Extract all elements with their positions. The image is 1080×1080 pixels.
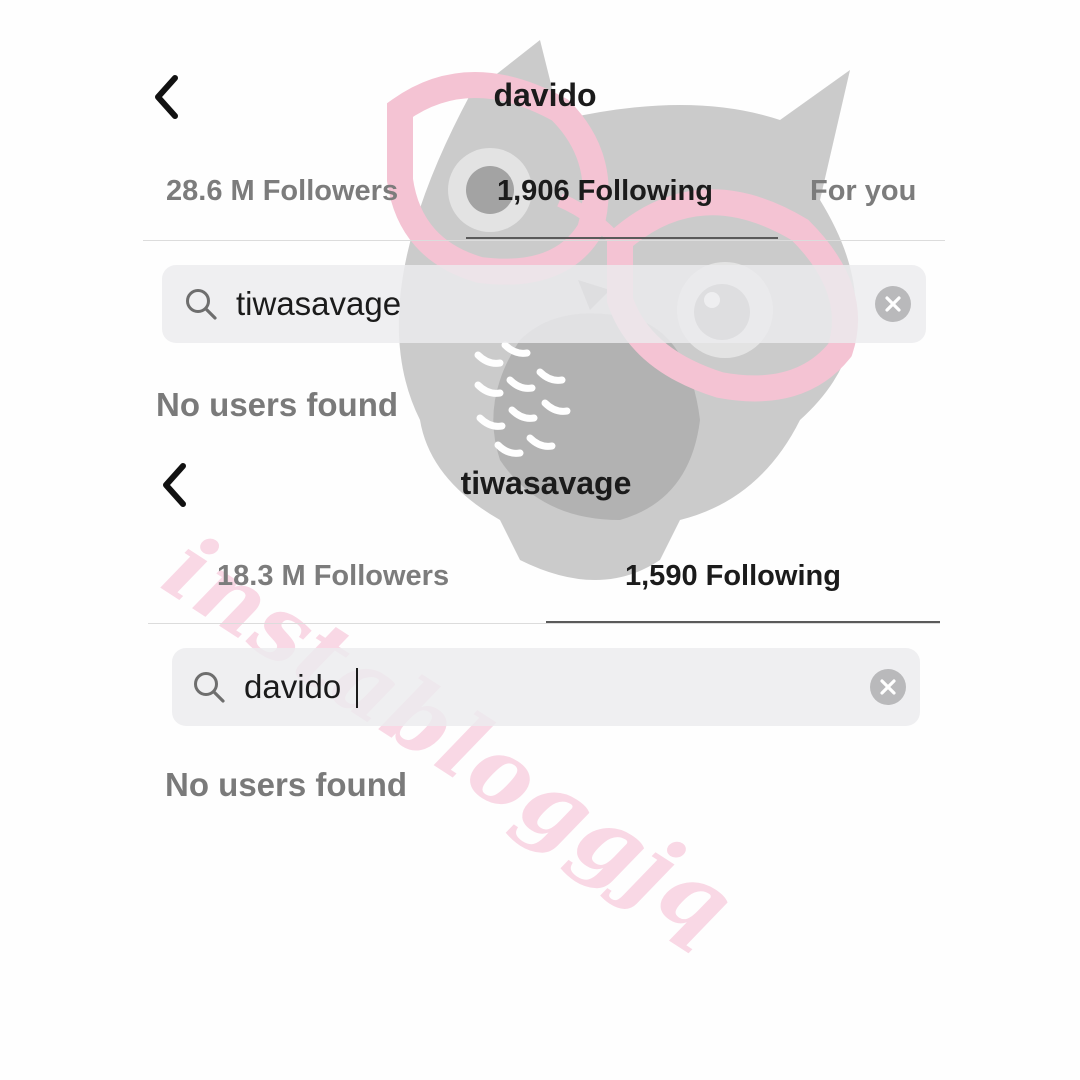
- search-input[interactable]: [244, 658, 824, 716]
- chevron-left-icon: [163, 463, 186, 507]
- tab-for-you[interactable]: For you: [810, 175, 916, 208]
- tab-following[interactable]: 1,590 Following: [625, 560, 841, 593]
- back-button[interactable]: [146, 72, 186, 122]
- search-input[interactable]: [236, 275, 856, 333]
- empty-state-message: No users found: [165, 766, 408, 803]
- tab-followers[interactable]: 28.6 M Followers: [166, 175, 398, 208]
- screen-tiwasavage-following: tiwasavage 18.3 M Followers 1,590 Follow…: [0, 440, 1080, 840]
- empty-state-message: No users found: [156, 386, 399, 423]
- back-button[interactable]: [154, 460, 194, 510]
- clear-x-icon: [885, 296, 901, 312]
- search-bar[interactable]: [172, 648, 920, 726]
- tab-following[interactable]: 1,906 Following: [497, 175, 713, 208]
- tabs-divider: [148, 623, 940, 624]
- active-tab-indicator: [466, 237, 778, 239]
- search-icon: [186, 289, 217, 320]
- tabs-divider: [143, 240, 945, 241]
- chevron-left-icon: [155, 75, 178, 119]
- page-title: davido: [493, 77, 597, 113]
- search-icon: [194, 672, 225, 703]
- screenshot-canvas: instabloggjq davido 28.6 M Followers 1,9…: [0, 0, 1080, 1080]
- page-title: tiwasavage: [460, 465, 632, 501]
- tab-followers[interactable]: 18.3 M Followers: [217, 560, 449, 593]
- clear-search-button[interactable]: [875, 286, 911, 322]
- text-caret: [356, 668, 358, 708]
- search-bar[interactable]: [162, 265, 926, 343]
- clear-search-button[interactable]: [870, 669, 906, 705]
- active-tab-indicator: [546, 621, 940, 623]
- clear-x-icon: [880, 679, 896, 695]
- screen-davido-following: davido 28.6 M Followers 1,906 Following …: [0, 0, 1080, 440]
